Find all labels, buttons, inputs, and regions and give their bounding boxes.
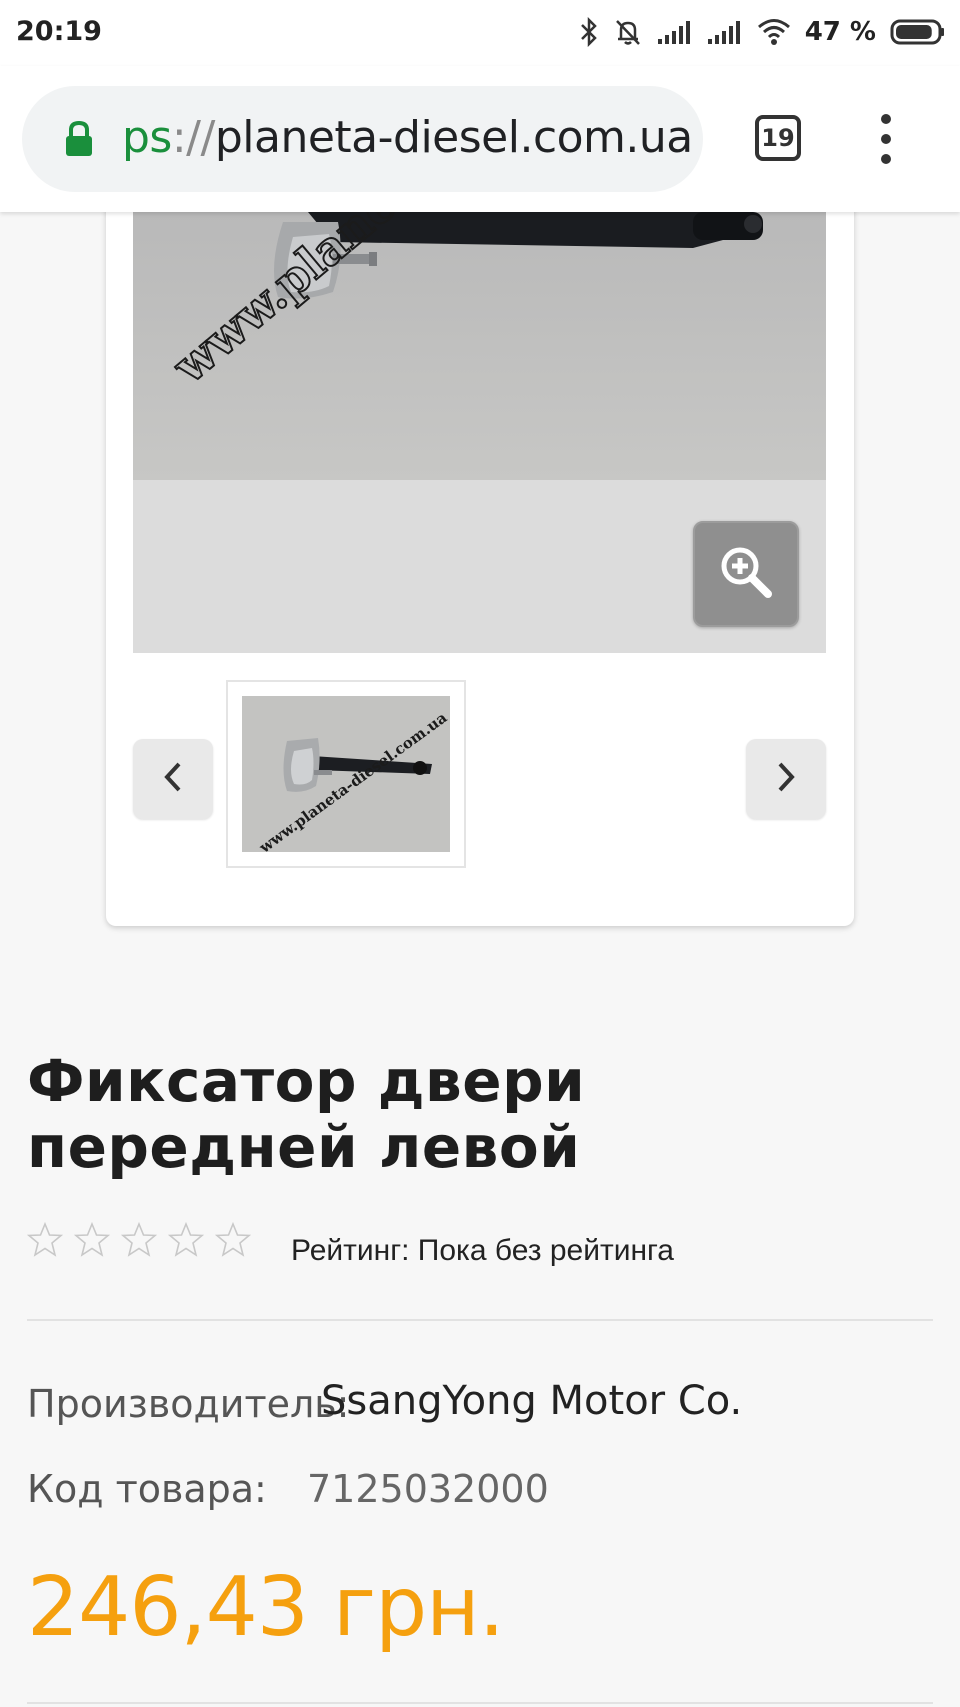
- signal-icon: [707, 19, 743, 45]
- rating-label: Рейтинг: Пока без рейтинга: [291, 1234, 674, 1267]
- star-icon[interactable]: [167, 1221, 205, 1263]
- lock-icon: [64, 120, 94, 163]
- wifi-icon: [757, 18, 791, 46]
- signal-icon: [657, 19, 693, 45]
- product-price: 246,43 грн.: [27, 1560, 505, 1655]
- browser-menu-button[interactable]: [876, 114, 896, 164]
- product-title: Фиксатор двери передней левой: [27, 1047, 586, 1181]
- address-bar[interactable]: ps://planeta-diesel.com.ua: [22, 86, 703, 192]
- star-icon[interactable]: [26, 1221, 64, 1263]
- url-scheme: ps: [122, 112, 172, 163]
- url-text[interactable]: ps://planeta-diesel.com.ua: [122, 112, 697, 163]
- zoom-button[interactable]: [693, 521, 799, 627]
- notifications-off-icon: [613, 17, 643, 47]
- manufacturer-value[interactable]: SsangYong Motor Co.: [321, 1378, 742, 1424]
- battery-percent: 47 %: [804, 17, 876, 47]
- status-bar: 20:19 47 %: [0, 0, 960, 66]
- divider: [27, 1702, 933, 1704]
- chevron-right-icon: [774, 760, 798, 799]
- divider: [27, 1319, 933, 1321]
- battery-icon: [890, 18, 946, 46]
- sku-label: Код товара:: [27, 1467, 267, 1511]
- product-gallery-card: www.planeta-diesel.com.ua www.planeta-di…: [106, 180, 854, 926]
- zoom-in-icon: [718, 544, 774, 605]
- rating-stars[interactable]: [26, 1221, 252, 1263]
- manufacturer-label: Производитель:: [27, 1382, 350, 1426]
- browser-toolbar: ps://planeta-diesel.com.ua 19: [0, 66, 960, 212]
- star-icon[interactable]: [214, 1221, 252, 1263]
- sku-value: 7125032000: [307, 1467, 549, 1511]
- more-vert-icon: [881, 114, 891, 124]
- url-separator: ://: [171, 112, 215, 163]
- thumbnail-image: www.planeta-diesel.com.ua: [242, 696, 450, 852]
- status-time: 20:19: [16, 16, 102, 47]
- main-product-photo[interactable]: www.planeta-diesel.com.ua: [133, 212, 826, 480]
- thumbnail-next-button[interactable]: [746, 739, 826, 819]
- bluetooth-icon: [579, 17, 599, 47]
- chevron-left-icon: [161, 760, 185, 799]
- status-icons: 47 %: [579, 14, 946, 50]
- thumbnail-prev-button[interactable]: [133, 739, 213, 819]
- url-host: planeta-diesel.com.ua: [214, 112, 693, 163]
- star-icon[interactable]: [73, 1221, 111, 1263]
- star-icon[interactable]: [120, 1221, 158, 1263]
- thumbnail-item[interactable]: www.planeta-diesel.com.ua: [226, 680, 466, 868]
- tab-switcher-button[interactable]: 19: [755, 115, 801, 161]
